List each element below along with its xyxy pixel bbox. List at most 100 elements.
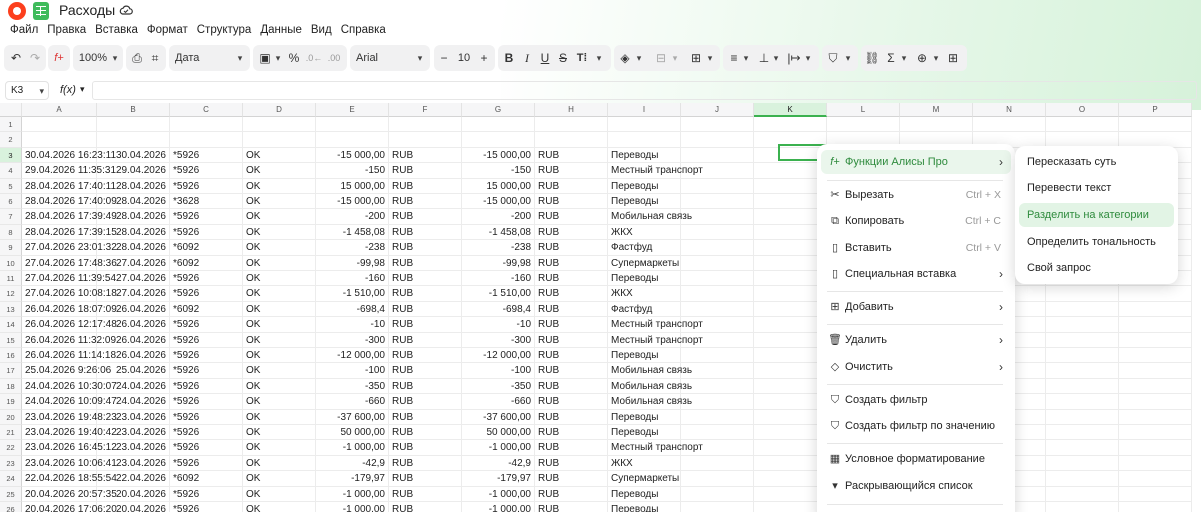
cell[interactable]: OK xyxy=(243,301,316,318)
cell[interactable]: RUB xyxy=(389,348,462,364)
menu-view[interactable]: Вид xyxy=(311,24,332,40)
cell[interactable]: 28.04.2026 xyxy=(97,178,170,194)
cell[interactable]: RUB xyxy=(535,147,608,164)
cell[interactable]: -200 xyxy=(462,209,535,225)
cell[interactable] xyxy=(1046,440,1119,456)
cell[interactable] xyxy=(1119,502,1192,512)
column-header-l[interactable]: L xyxy=(827,103,900,117)
cell[interactable]: RUB xyxy=(389,286,462,302)
cell[interactable]: Мобильная связь xyxy=(608,209,692,225)
cell[interactable]: -238 xyxy=(316,240,389,256)
cell[interactable]: *5926 xyxy=(170,502,243,512)
cell[interactable]: *5926 xyxy=(170,378,243,395)
cell[interactable] xyxy=(535,132,608,148)
cell[interactable]: 22.04.2026 xyxy=(97,471,170,487)
menu-item-create-filter[interactable]: ⛉ Создать фильтр xyxy=(821,388,1011,412)
cell[interactable]: Супермаркеты xyxy=(608,471,681,487)
row-header[interactable]: 4 xyxy=(0,163,22,179)
cell[interactable] xyxy=(170,132,243,148)
chevron-down-icon[interactable]: ▾ xyxy=(80,84,85,95)
row-header[interactable]: 14 xyxy=(0,317,22,333)
italic-button[interactable]: I xyxy=(519,51,535,66)
cell[interactable] xyxy=(681,209,754,225)
cell[interactable]: RUB xyxy=(535,255,608,271)
cell[interactable]: 28.04.2026 17:39:49 xyxy=(22,209,117,225)
cell[interactable]: RUB xyxy=(389,163,462,179)
cell[interactable]: 26.04.2026 11:32:09 xyxy=(22,332,116,348)
undo-icon[interactable]: ↶ xyxy=(8,51,24,65)
cell[interactable]: RUB xyxy=(535,471,608,487)
menu-item-delete[interactable]: 🗑 Удалить › xyxy=(821,328,1011,352)
cell[interactable] xyxy=(1119,332,1192,348)
cell[interactable] xyxy=(1119,378,1192,395)
row-header[interactable]: 17 xyxy=(0,363,22,379)
column-header-i[interactable]: I xyxy=(608,103,681,117)
cell[interactable] xyxy=(827,117,900,133)
cell[interactable] xyxy=(1046,301,1119,318)
row-header[interactable]: 19 xyxy=(0,394,22,410)
row-header[interactable]: 15 xyxy=(0,332,22,348)
cell[interactable]: OK xyxy=(243,255,316,271)
cell[interactable]: 26.04.2026 12:17:48 xyxy=(22,317,117,333)
row-header[interactable]: 21 xyxy=(0,425,22,441)
cell[interactable]: 27.04.2026 11:39:54 xyxy=(22,271,116,287)
row-header[interactable]: 3 xyxy=(0,147,22,164)
cell[interactable]: *5926 xyxy=(170,409,243,425)
decrease-decimals-icon[interactable]: .0← xyxy=(305,53,323,63)
cell[interactable] xyxy=(1119,363,1192,379)
text-color-icon[interactable]: T⁞ xyxy=(573,52,591,64)
strikethrough-button[interactable]: S xyxy=(555,51,571,65)
cell[interactable]: -99,98 xyxy=(316,255,389,271)
function-icon[interactable]: f(x) xyxy=(60,84,76,96)
row-header[interactable]: 6 xyxy=(0,194,22,210)
cell[interactable] xyxy=(316,117,389,133)
cell[interactable]: RUB xyxy=(535,363,608,379)
cell[interactable]: -179,97 xyxy=(462,471,535,487)
cell[interactable]: *6092 xyxy=(170,240,243,256)
cell[interactable]: 30.04.2026 16:23:11 xyxy=(22,147,116,164)
column-header-f[interactable]: F xyxy=(389,103,462,117)
cell[interactable] xyxy=(462,132,535,148)
cell[interactable]: RUB xyxy=(389,378,462,395)
cell[interactable] xyxy=(681,240,754,256)
cell[interactable]: 22.04.2026 18:55:54 xyxy=(22,471,117,487)
cell[interactable] xyxy=(389,117,462,133)
cell[interactable]: RUB xyxy=(535,286,608,302)
cell[interactable] xyxy=(681,425,754,441)
menu-item-copy[interactable]: ⧉ Копировать Ctrl + C xyxy=(821,209,1011,233)
column-header-o[interactable]: O xyxy=(1046,103,1119,117)
cell[interactable]: RUB xyxy=(535,425,608,441)
cell[interactable]: 50 000,00 xyxy=(462,425,535,441)
cell[interactable]: 15 000,00 xyxy=(316,178,389,194)
cell[interactable]: 20.04.2026 17:06:20 xyxy=(22,502,117,512)
cell[interactable]: *5926 xyxy=(170,440,243,456)
cell[interactable] xyxy=(1046,471,1119,487)
cell[interactable]: 30.04.2026 xyxy=(97,147,170,164)
cell[interactable]: 23.04.2026 19:48:23 xyxy=(22,409,117,425)
cell[interactable]: Супермаркеты xyxy=(608,255,681,271)
cell[interactable]: -15 000,00 xyxy=(316,194,389,210)
cell[interactable] xyxy=(97,132,170,148)
cell[interactable]: RUB xyxy=(535,332,608,348)
cell[interactable]: Переводы xyxy=(608,194,681,210)
cell[interactable]: RUB xyxy=(389,301,462,318)
cell[interactable]: RUB xyxy=(535,440,608,456)
cell[interactable] xyxy=(1046,332,1119,348)
cell[interactable] xyxy=(681,147,754,164)
cell[interactable]: OK xyxy=(243,471,316,487)
submenu-item-sentiment[interactable]: Определить тональность xyxy=(1019,230,1174,254)
row-header[interactable]: 10 xyxy=(0,255,22,271)
cell[interactable]: 27.04.2026 xyxy=(97,286,170,302)
cell[interactable]: *5926 xyxy=(170,425,243,441)
cell[interactable]: RUB xyxy=(535,224,608,241)
cell[interactable]: *5926 xyxy=(170,455,243,472)
column-header-p[interactable]: P xyxy=(1119,103,1192,117)
redo-icon[interactable]: ↷ xyxy=(27,51,43,65)
cell[interactable] xyxy=(681,394,754,410)
cell[interactable]: 26.04.2026 18:07:09 xyxy=(22,301,117,318)
cell[interactable]: OK xyxy=(243,178,316,194)
cell[interactable] xyxy=(243,117,316,133)
row-header[interactable]: 16 xyxy=(0,348,22,364)
cell[interactable] xyxy=(681,194,754,210)
cell[interactable]: *5926 xyxy=(170,486,243,502)
